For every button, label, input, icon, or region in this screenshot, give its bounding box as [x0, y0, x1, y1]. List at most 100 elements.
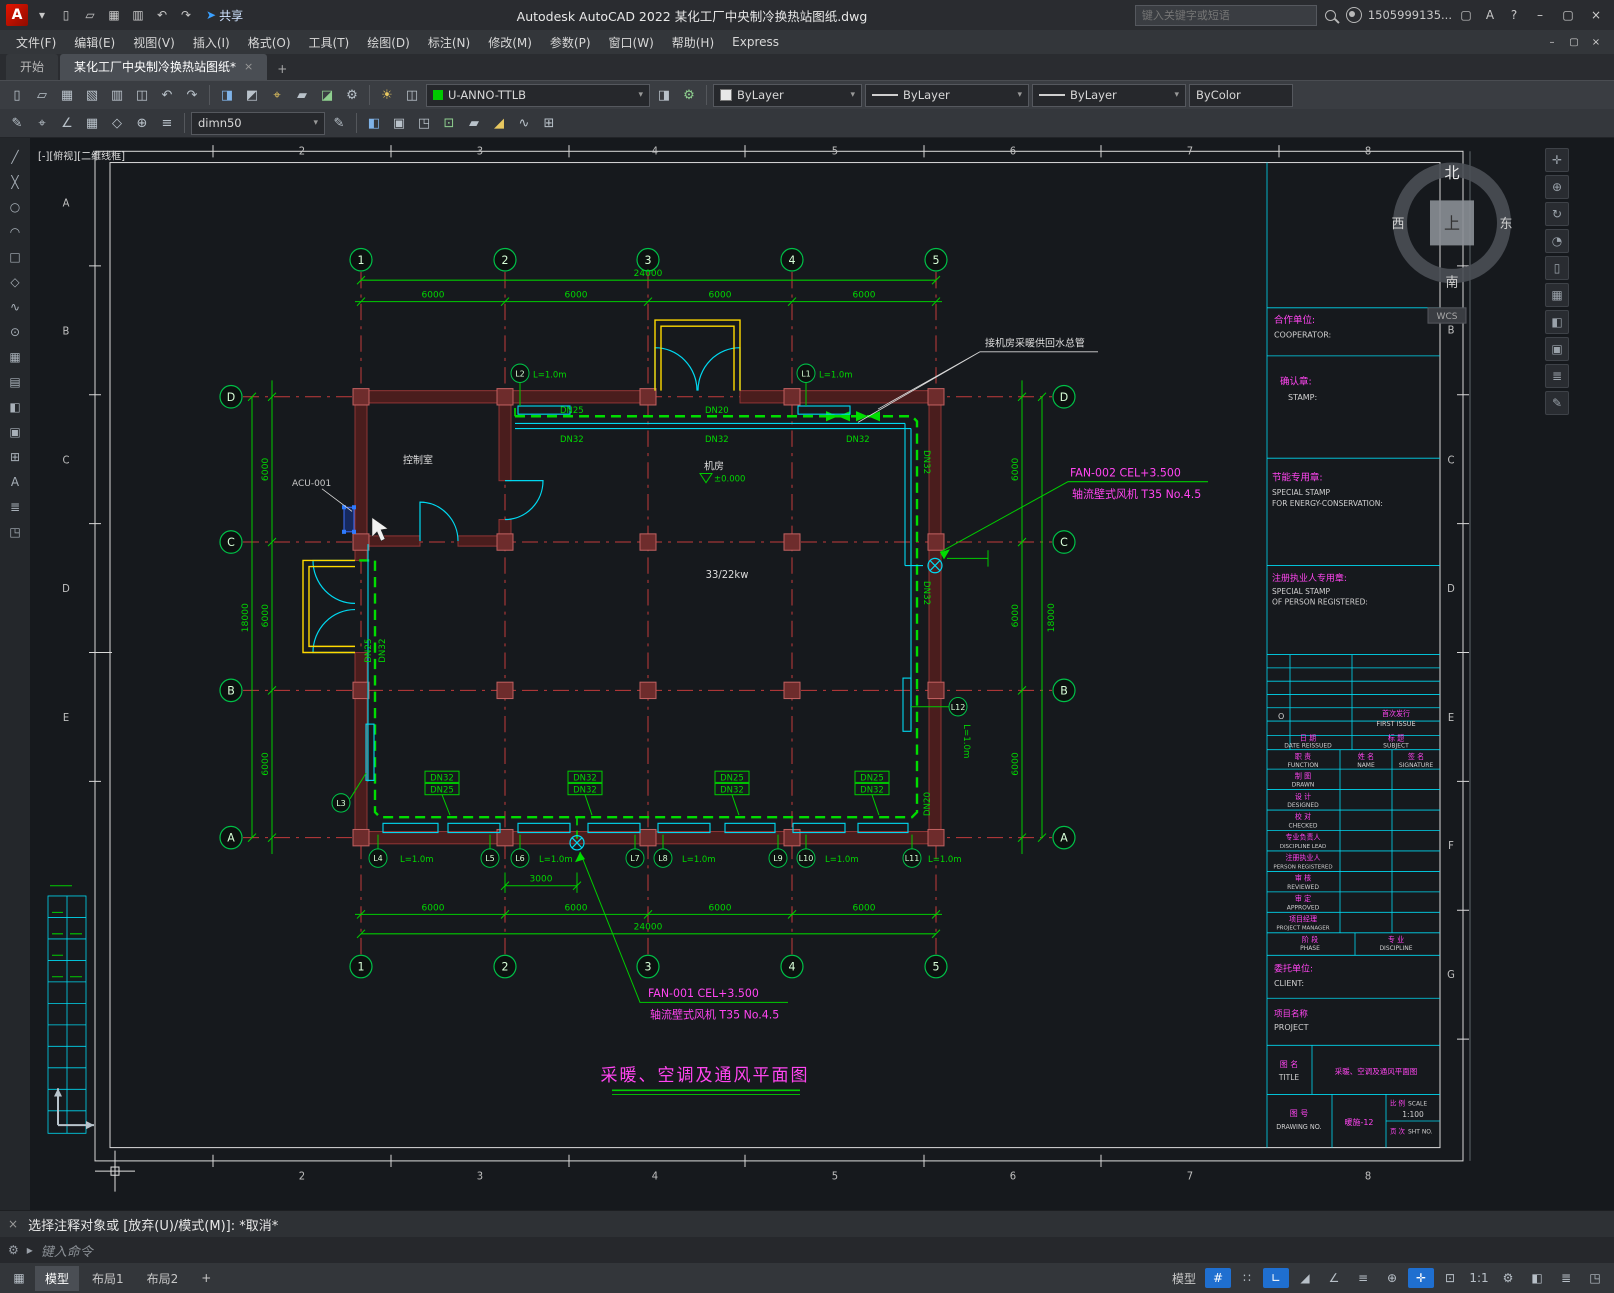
search-input[interactable]	[1134, 4, 1317, 26]
isodraft-icon[interactable]: ∠	[1321, 1268, 1347, 1288]
user-id[interactable]: 1505999135...	[1368, 8, 1452, 22]
menu-dimension[interactable]: 标注(N)	[420, 32, 478, 53]
rectangle-tool-icon[interactable]: □	[3, 246, 27, 268]
mleader-tool-icon[interactable]: ≣	[3, 496, 27, 518]
qnew-icon[interactable]: ▯	[6, 84, 28, 106]
table-icon[interactable]: ▦	[81, 112, 103, 134]
compass-west[interactable]: 西	[1392, 217, 1405, 232]
nav-wheel-icon[interactable]: ⊕	[1545, 175, 1569, 199]
compass-south[interactable]: 南	[1446, 274, 1459, 290]
viewport-tool-icon[interactable]: ◳	[3, 521, 27, 543]
dim-linear-icon[interactable]: ⌖	[31, 112, 53, 134]
isolate-icon[interactable]: ◪	[316, 84, 338, 106]
spline-icon[interactable]: ∿	[513, 112, 535, 134]
text-tool-icon[interactable]: A	[3, 471, 27, 493]
palette-props-icon[interactable]: ◧	[1545, 310, 1569, 334]
command-customize-icon[interactable]: ⚙	[8, 1243, 19, 1257]
palette-layers-icon[interactable]: ≣	[1545, 364, 1569, 388]
menu-format[interactable]: 格式(O)	[240, 32, 299, 53]
menu-file[interactable]: 文件(F)	[8, 32, 64, 53]
new-icon[interactable]: ▯	[56, 5, 76, 25]
arc-tool-icon[interactable]: ◠	[3, 221, 27, 243]
annotation-visibility-icon[interactable]: ⊡	[1437, 1268, 1463, 1288]
block-editor-icon[interactable]: ◩	[241, 84, 263, 106]
xref-icon[interactable]: ◧	[363, 112, 385, 134]
menu-view[interactable]: 视图(V)	[125, 32, 183, 53]
hatch-icon[interactable]: ▣	[388, 112, 410, 134]
lineweight-toggle-icon[interactable]: ≡	[1350, 1268, 1376, 1288]
viewport-icon[interactable]: ◳	[413, 112, 435, 134]
redo-toolbar-icon[interactable]: ↷	[181, 84, 203, 106]
properties-icon[interactable]: ⚙	[341, 84, 363, 106]
table-tool-icon[interactable]: ⊞	[3, 446, 27, 468]
menu-help[interactable]: 帮助(H)	[664, 32, 722, 53]
share-button[interactable]: ➤ 共享	[200, 7, 249, 24]
lineweight-dropdown[interactable]: ByLayer ▾	[1032, 83, 1186, 107]
save-icon[interactable]: ▦	[104, 5, 124, 25]
ellipse-tool-icon[interactable]: ⊙	[3, 321, 27, 343]
match-properties-icon[interactable]: ◨	[216, 84, 238, 106]
tab-model-space[interactable]: 模型	[35, 1265, 80, 1291]
polar-toggle-icon[interactable]: ◢	[1292, 1268, 1318, 1288]
edit-attr-icon[interactable]: ✎	[6, 112, 28, 134]
undo-icon[interactable]: ↶	[152, 5, 172, 25]
annotation-scale-button[interactable]: 1:1	[1466, 1268, 1492, 1288]
color-dropdown[interactable]: ByLayer ▾	[713, 83, 862, 107]
command-prompt-text[interactable]: 键入命令	[41, 1241, 93, 1260]
compass-east[interactable]: 东	[1500, 216, 1513, 232]
layer-properties-icon[interactable]: ⚙	[678, 84, 700, 106]
help-icon[interactable]: ?	[1504, 5, 1524, 25]
plot-preview-icon[interactable]: ▥	[106, 84, 128, 106]
polygon-tool-icon[interactable]: ◇	[3, 271, 27, 293]
logo-dropdown-icon[interactable]: ▾	[32, 5, 52, 25]
qsave-icon[interactable]: ▦	[56, 84, 78, 106]
cart-icon[interactable]: ▢	[1456, 5, 1476, 25]
qopen-icon[interactable]: ▱	[31, 84, 53, 106]
doc-close-button[interactable]: ×	[1586, 33, 1606, 51]
compass-north[interactable]: 北	[1445, 164, 1460, 182]
plot-icon[interactable]: ▥	[128, 5, 148, 25]
line-tool-icon[interactable]: ╱	[3, 146, 27, 168]
app-logo-icon[interactable]: A	[6, 4, 28, 26]
pan-icon[interactable]: ✛	[1545, 148, 1569, 172]
layer-freeze-icon[interactable]: ◫	[401, 84, 423, 106]
command-close-icon[interactable]: ×	[8, 1217, 18, 1231]
assistant-icon[interactable]: A	[1480, 5, 1500, 25]
xline-tool-icon[interactable]: ╳	[3, 171, 27, 193]
layer-state-icon[interactable]: ☀	[376, 84, 398, 106]
menu-parametric[interactable]: 参数(P)	[542, 32, 599, 53]
osnap-icon[interactable]: ◇	[106, 112, 128, 134]
snap-toggle-icon[interactable]: ∷	[1234, 1268, 1260, 1288]
close-button[interactable]: ×	[1584, 4, 1608, 26]
menu-modify[interactable]: 修改(M)	[480, 32, 540, 53]
mleader-icon[interactable]: ≡	[156, 112, 178, 134]
drawing-canvas[interactable]: [-][俯视][二维线框] 2 3 4 5 6 7 8 2 3 4 5 6 7	[0, 138, 1614, 1210]
dim-angular-icon[interactable]: ∠	[56, 112, 78, 134]
tab-layout2[interactable]: 布局2	[137, 1266, 189, 1291]
layer-dropdown-arrow[interactable]: ▾	[638, 90, 643, 100]
model-space-button[interactable]: 模型	[1166, 1270, 1202, 1287]
dimstyle-dropdown[interactable]: dimn50 ▾	[191, 111, 325, 135]
circle-tool-icon[interactable]: ○	[3, 196, 27, 218]
zoom-extents-icon[interactable]: ◔	[1545, 229, 1569, 253]
palette-blocks-icon[interactable]: ▣	[1545, 337, 1569, 361]
view-cube[interactable]: 上 北 南 西 东 WCS	[1392, 162, 1513, 324]
spline-tool-icon[interactable]: ∿	[3, 296, 27, 318]
wcs-dropdown[interactable]: WCS	[1437, 312, 1458, 322]
grid-toggle-icon[interactable]: #	[1205, 1268, 1231, 1288]
doc-restore-button[interactable]: ▢	[1564, 33, 1584, 51]
menu-tools[interactable]: 工具(T)	[301, 32, 358, 53]
menu-window[interactable]: 窗口(W)	[601, 32, 662, 53]
avatar-icon[interactable]	[1345, 7, 1362, 23]
undo-toolbar-icon[interactable]: ↶	[156, 84, 178, 106]
saveas-icon[interactable]: ▧	[81, 84, 103, 106]
menu-edit[interactable]: 编辑(E)	[66, 32, 123, 53]
tab-layout1[interactable]: 布局1	[82, 1266, 134, 1291]
open-icon[interactable]: ▱	[80, 5, 100, 25]
palette-hatch-icon[interactable]: ▦	[1545, 283, 1569, 307]
search-icon[interactable]	[1324, 9, 1336, 21]
osnap-toggle-icon[interactable]: ⊕	[1379, 1268, 1405, 1288]
showmotion-icon[interactable]: ▯	[1545, 256, 1569, 280]
clean-screen-icon[interactable]: ◳	[1582, 1268, 1608, 1288]
redo-icon[interactable]: ↷	[176, 5, 196, 25]
